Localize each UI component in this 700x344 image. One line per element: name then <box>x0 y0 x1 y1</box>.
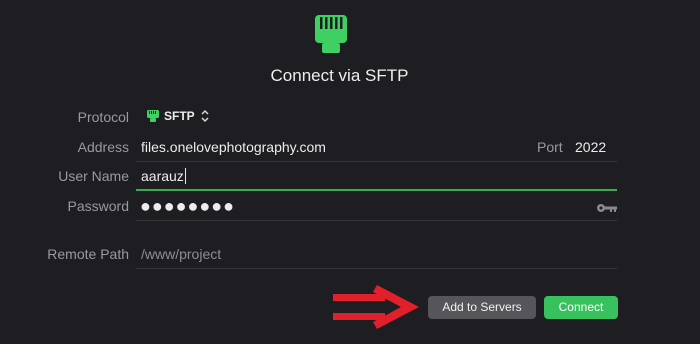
protocol-row: Protocol <box>0 102 700 132</box>
ethernet-icon <box>315 15 347 53</box>
username-field[interactable]: aarauz <box>141 168 186 184</box>
username-label: User Name <box>58 168 129 184</box>
password-label: Password <box>67 198 129 214</box>
text-caret <box>184 168 186 184</box>
remote-path-row: Remote Path /www/project <box>0 239 700 269</box>
address-field[interactable]: files.onelovephotography.com <box>141 139 326 155</box>
username-row: User Name aarauz <box>0 161 700 191</box>
password-row: Password ●●●●●●●● <box>0 191 700 221</box>
username-value: aarauz <box>141 168 184 184</box>
remote-path-field[interactable]: /www/project <box>141 246 221 262</box>
red-arrow-icon <box>333 285 419 329</box>
address-label: Address <box>77 139 129 155</box>
add-to-servers-button[interactable]: Add to Servers <box>428 296 536 319</box>
key-icon[interactable] <box>596 203 618 213</box>
ethernet-icon[interactable] <box>146 109 160 123</box>
dialog-title: Connect via SFTP <box>270 66 409 85</box>
remote-path-divider <box>136 268 617 269</box>
remote-path-label: Remote Path <box>47 246 129 262</box>
protocol-select[interactable]: SFTP <box>164 109 195 123</box>
port-field[interactable]: 2022 <box>575 139 606 155</box>
connect-button[interactable]: Connect <box>544 296 618 319</box>
chevron-up-down-icon[interactable] <box>200 109 210 123</box>
password-field[interactable]: ●●●●●●●● <box>140 196 235 217</box>
port-label: Port <box>537 139 563 155</box>
protocol-label: Protocol <box>77 109 129 125</box>
address-row: Address files.onelovephotography.com Por… <box>0 132 700 162</box>
password-divider <box>136 220 617 221</box>
